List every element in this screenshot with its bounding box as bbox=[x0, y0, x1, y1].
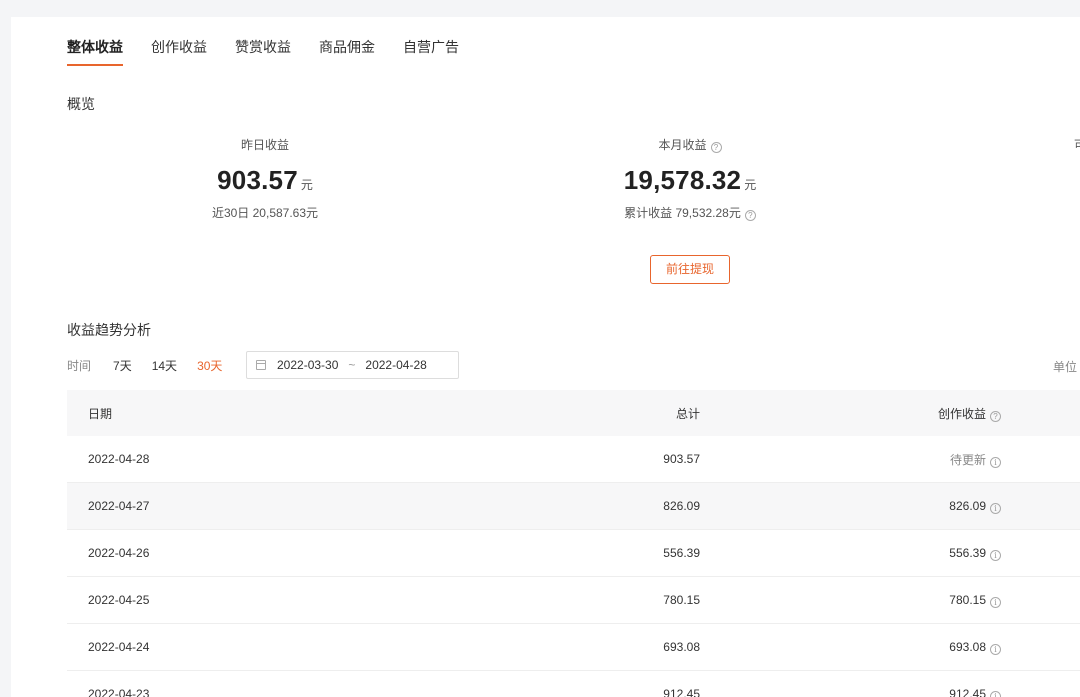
row-date: 2022-04-26 bbox=[88, 546, 150, 560]
month-value: 19,578.32 bbox=[623, 165, 742, 195]
trend-title: 收益趋势分析 bbox=[67, 322, 151, 338]
date-range-picker[interactable]: 2022-03-30 ~ 2022-04-28 bbox=[246, 351, 459, 379]
range-7-days[interactable]: 7天 bbox=[113, 357, 132, 374]
month-earnings: 本月收益? 19,578.32 元 累计收益 79,532.28元? bbox=[540, 137, 840, 221]
overview-title: 概览 bbox=[67, 96, 95, 112]
table-header: 日期 总计 创作收益? bbox=[67, 390, 1080, 436]
row-create: 780.15 i bbox=[700, 593, 1001, 608]
unit-label: 单位 bbox=[1053, 360, 1078, 374]
withdraw-button[interactable]: 前往提现 bbox=[650, 255, 730, 284]
row-create: 待更新 i bbox=[700, 451, 1001, 468]
info-icon[interactable]: i bbox=[990, 596, 1001, 608]
cumulative-row: 累计收益 79,532.28元? bbox=[540, 205, 840, 221]
tab-tip-earnings[interactable]: 赞赏收益 bbox=[235, 37, 291, 66]
month-value-row: 19,578.32 元 bbox=[540, 163, 840, 197]
header-total: 总计 bbox=[675, 406, 700, 421]
info-icon[interactable]: i bbox=[990, 456, 1001, 468]
table-row: 2022-04-23 912.45 912.45 i bbox=[67, 671, 1080, 697]
row-create: 826.09 i bbox=[700, 499, 1001, 514]
row-create-value: 待更新 bbox=[949, 452, 986, 467]
range-14-days[interactable]: 14天 bbox=[152, 357, 177, 374]
table-row: 2022-04-27 826.09 826.09 i bbox=[67, 483, 1080, 530]
help-icon[interactable]: ? bbox=[990, 410, 1001, 422]
earnings-table: 日期 总计 创作收益? 2022-04-28 903.57 待更新 i 2022-… bbox=[67, 390, 1080, 697]
info-icon[interactable]: i bbox=[990, 643, 1001, 655]
table-row: 2022-04-25 780.15 780.15 i bbox=[67, 577, 1080, 624]
month-label-row: 本月收益? bbox=[540, 137, 840, 153]
date-separator: ~ bbox=[348, 358, 356, 372]
date-start: 2022-03-30 bbox=[277, 358, 339, 372]
month-label: 本月收益 bbox=[658, 138, 707, 152]
row-create-value: 693.08 bbox=[949, 639, 986, 654]
info-icon[interactable]: i bbox=[990, 502, 1001, 514]
row-total: 826.09 bbox=[663, 499, 700, 513]
header-date: 日期 bbox=[88, 406, 113, 421]
cumulative-earnings: 累计收益 79,532.28元 bbox=[624, 206, 741, 220]
row-create: 912.45 i bbox=[700, 687, 1001, 697]
row-total: 912.45 bbox=[663, 687, 700, 697]
row-create-value: 912.45 bbox=[949, 686, 986, 697]
table-row: 2022-04-28 903.57 待更新 i bbox=[67, 436, 1080, 483]
row-total: 903.57 bbox=[663, 452, 700, 466]
row-create-value: 826.09 bbox=[949, 498, 986, 513]
info-icon[interactable]: i bbox=[990, 549, 1001, 561]
month-unit: 元 bbox=[744, 178, 757, 192]
yesterday-value: 903.57 bbox=[217, 165, 298, 195]
range-30-days[interactable]: 30天 bbox=[197, 357, 222, 374]
last-30-days-earnings: 近30日 20,587.63元 bbox=[211, 206, 319, 220]
row-date: 2022-04-23 bbox=[88, 687, 150, 697]
time-label: 时间 bbox=[67, 358, 92, 373]
yesterday-earnings: 昨日收益 903.57 元 近30日 20,587.63元 bbox=[115, 137, 415, 221]
table-row: 2022-04-26 556.39 556.39 i bbox=[67, 530, 1080, 577]
yesterday-label: 昨日收益 bbox=[240, 138, 289, 152]
row-date: 2022-04-27 bbox=[88, 499, 150, 513]
yesterday-value-row: 903.57 元 bbox=[115, 163, 415, 197]
header-create-label: 创作收益 bbox=[937, 406, 986, 421]
calendar-icon bbox=[256, 360, 266, 370]
earnings-tabs: 整体收益 创作收益 赞赏收益 商品佣金 自营广告 bbox=[67, 37, 487, 66]
trend-filter-bar: 时间 7天 14天 30天 2022-03-30 ~ 2022-04-28 bbox=[67, 351, 459, 379]
help-icon[interactable]: ? bbox=[710, 142, 722, 153]
row-create-value: 556.39 bbox=[949, 545, 986, 560]
row-date: 2022-04-28 bbox=[88, 452, 150, 466]
row-date: 2022-04-24 bbox=[88, 640, 150, 654]
row-create-value: 780.15 bbox=[949, 592, 986, 607]
row-total: 693.08 bbox=[663, 640, 700, 654]
withdrawable-label: 可 bbox=[1074, 137, 1080, 153]
date-end: 2022-04-28 bbox=[365, 358, 427, 372]
row-create: 556.39 i bbox=[700, 546, 1001, 561]
tab-creation-earnings[interactable]: 创作收益 bbox=[151, 37, 207, 66]
help-icon[interactable]: ? bbox=[744, 210, 756, 221]
yesterday-unit: 元 bbox=[300, 178, 313, 192]
info-icon[interactable]: i bbox=[990, 690, 1001, 697]
tab-self-ads[interactable]: 自营广告 bbox=[403, 37, 459, 66]
tab-product-commission[interactable]: 商品佣金 bbox=[319, 37, 375, 66]
row-date: 2022-04-25 bbox=[88, 593, 150, 607]
row-total: 780.15 bbox=[663, 593, 700, 607]
table-row: 2022-04-24 693.08 693.08 i bbox=[67, 624, 1080, 671]
earnings-card: 整体收益 创作收益 赞赏收益 商品佣金 自营广告 概览 昨日收益 903.57 元… bbox=[11, 17, 1080, 697]
header-create: 创作收益? bbox=[700, 405, 1001, 422]
row-create: 693.08 i bbox=[700, 640, 1001, 655]
row-total: 556.39 bbox=[663, 546, 700, 560]
tab-overall-earnings[interactable]: 整体收益 bbox=[67, 37, 123, 66]
